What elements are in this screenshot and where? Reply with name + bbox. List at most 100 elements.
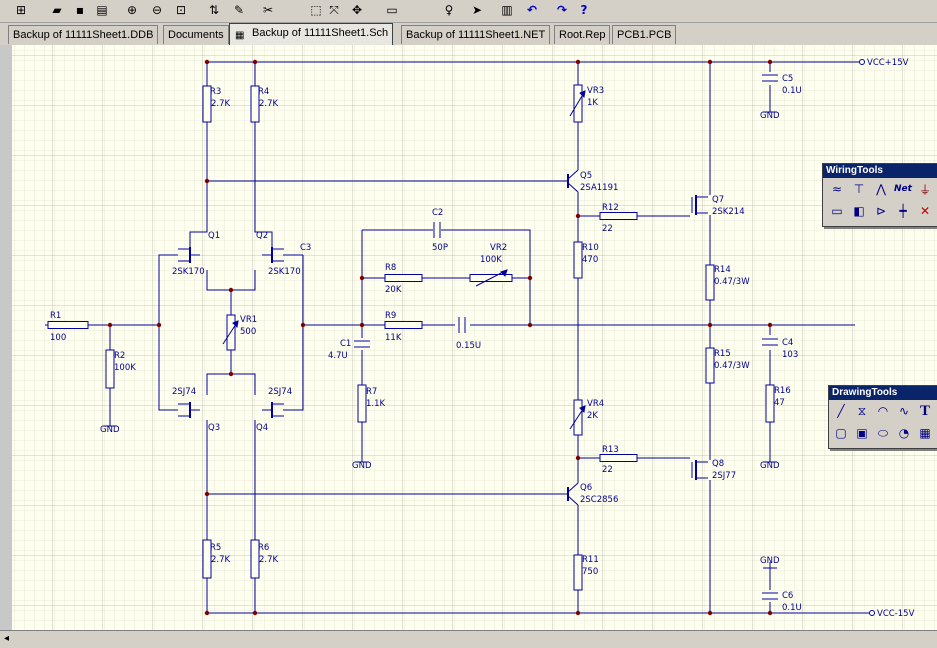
bezier-tool-icon[interactable]: ∿	[894, 402, 914, 420]
tab-net[interactable]: Backup of 11111Sheet1.NET	[401, 25, 551, 44]
value-label-r16: 47	[774, 398, 785, 408]
junction-dot	[107, 322, 113, 328]
run-icon[interactable]: ➤	[468, 1, 486, 19]
probe-icon[interactable]: ♀	[440, 1, 458, 19]
resistor-r1	[47, 321, 89, 329]
redo-icon[interactable]: ↷	[553, 1, 571, 19]
part-tool-icon[interactable]: ▭	[827, 202, 847, 220]
print-icon[interactable]: ▤	[93, 1, 111, 19]
sheet-symbol-icon[interactable]: ◧	[849, 202, 869, 220]
deselect-icon[interactable]: ⤧	[325, 1, 343, 19]
ellipse-tool-icon[interactable]: ⬭	[873, 424, 893, 442]
horizontal-scrollbar[interactable]: ◂	[0, 630, 937, 648]
junction-dot	[575, 59, 581, 65]
value-label-r10: 470	[582, 255, 598, 265]
net-label-icon[interactable]: Net	[893, 180, 913, 198]
value-label-r7: 1.1K	[366, 399, 386, 409]
vcc-neg-label: VCC-15V	[877, 609, 915, 619]
value-label-c5: 0.1U	[782, 86, 802, 96]
tab-pcb[interactable]: PCB1.PCB	[612, 25, 677, 44]
drawing-tools-title: DrawingTools	[829, 386, 937, 400]
value-label-c9: 0.15U	[456, 341, 481, 351]
image-tool-icon[interactable]: ▦	[915, 424, 935, 442]
capacitor-c5	[761, 74, 779, 82]
arc-tool-icon[interactable]: ◠	[873, 402, 893, 420]
value-label-c4: 103	[782, 350, 798, 360]
library-icon[interactable]: ▥	[498, 1, 516, 19]
pencil-icon[interactable]: ✎	[230, 1, 248, 19]
junction-dot	[767, 59, 773, 65]
value-label-c2: 50P	[432, 243, 448, 253]
junction-dot	[228, 371, 234, 377]
tab-ddb[interactable]: Backup of 11111Sheet1.DDB	[8, 25, 159, 44]
junction-dot	[707, 322, 713, 328]
value-label-q4: 2SJ74	[268, 387, 292, 397]
wire-tool-icon[interactable]: ≈	[827, 180, 847, 198]
resistor-r13	[599, 454, 638, 462]
ref-label-r6: R6	[258, 543, 269, 553]
schematic-canvas[interactable]: R3 2.7K R4 2.7K R5 2.7K R6 2.7K R1 100 R2 100K R7 1.1…	[12, 45, 937, 630]
junction-dot	[359, 322, 365, 328]
polygon-tool-icon[interactable]: ⧖	[852, 402, 872, 420]
vcc-pos-label: VCC+15V	[867, 58, 909, 68]
tab-sch[interactable]: ▦ Backup of 11111Sheet1.Sch	[229, 23, 394, 45]
ref-label-q5: Q5	[580, 171, 592, 181]
ref-label-r12: R12	[602, 203, 619, 213]
port-tool-icon[interactable]: ⊳	[871, 202, 891, 220]
junction-tool-icon[interactable]: ┿	[893, 202, 913, 220]
gnd-label-4: GND	[760, 556, 780, 566]
text-tool-icon[interactable]: T	[915, 402, 935, 420]
junction-dot	[204, 491, 210, 497]
bus-tool-icon[interactable]: ⊤	[849, 180, 869, 198]
value-label-r6: 2.7K	[259, 555, 279, 565]
open-folder-icon[interactable]: ▰	[48, 1, 66, 19]
ref-label-r4: R4	[258, 87, 269, 97]
up-down-icon[interactable]: ⇅	[205, 1, 223, 19]
ref-label-r15: R15	[714, 349, 731, 359]
value-label-r8: 20K	[385, 285, 402, 295]
wire-cross-icon[interactable]: ✂	[259, 1, 277, 19]
rounded-rect-tool-icon[interactable]: ▣	[852, 424, 872, 442]
component-icon[interactable]: ▭	[383, 1, 401, 19]
junction-dot	[767, 610, 773, 616]
junction-dot	[575, 213, 581, 219]
resistor-r11	[573, 554, 583, 591]
value-label-r4: 2.7K	[259, 99, 279, 109]
resistor-r10	[573, 241, 583, 279]
help-icon[interactable]: ?	[575, 1, 593, 19]
ground-port-icon[interactable]: ⏚	[915, 180, 935, 198]
value-label-q1: 2SK170	[172, 267, 205, 277]
select-area-icon[interactable]: ⬚	[307, 1, 325, 19]
bus-entry-icon[interactable]: ⋀	[871, 180, 891, 198]
tab-documents[interactable]: Documents	[163, 25, 229, 44]
undo-icon[interactable]: ↶	[523, 1, 541, 19]
ref-label-q8: Q8	[712, 459, 724, 469]
junction-dot	[204, 178, 210, 184]
pie-tool-icon[interactable]: ◔	[894, 424, 914, 442]
value-label-q2: 2SK170	[268, 267, 301, 277]
line-tool-icon[interactable]: ╱	[831, 402, 851, 420]
drawing-tools-panel[interactable]: DrawingTools ╱ ⧖ ◠ ∿ T ▢ ▣ ⬭ ◔ ▦	[828, 385, 937, 449]
value-label-r3: 2.7K	[211, 99, 231, 109]
zoom-fit-icon[interactable]: ⊡	[172, 1, 190, 19]
ref-label-c6: C6	[782, 591, 793, 601]
wiring-tools-panel[interactable]: WiringTools ≈ ⊤ ⋀ Net ⏚ ▭ ◧ ⊳ ┿ ✕	[822, 163, 937, 227]
junction-dot	[359, 275, 365, 281]
zoom-out-icon[interactable]: ⊖	[148, 1, 166, 19]
rectangle-tool-icon[interactable]: ▢	[831, 424, 851, 442]
gnd-label-1: GND	[352, 461, 372, 471]
tab-rep[interactable]: Root.Rep	[554, 25, 611, 44]
no-erc-icon[interactable]: ✕	[915, 202, 935, 220]
zoom-in-icon[interactable]: ⊕	[123, 1, 141, 19]
main-toolbar: ⊞ ▰ ▪ ▤ ⊕ ⊖ ⊡ ⇅ ✎ ✂ ⬚ ⤧ ✥ ▭ ♀ ➤ ▥ ↶ ↷?	[0, 0, 937, 23]
save-icon[interactable]: ▪	[71, 1, 89, 19]
capacitor-c2	[433, 221, 441, 239]
scroll-left-icon[interactable]: ◂	[4, 633, 9, 644]
junction-dot	[204, 59, 210, 65]
junction-dot	[575, 610, 581, 616]
move-icon[interactable]: ✥	[348, 1, 366, 19]
hierarchy-icon[interactable]: ⊞	[12, 1, 30, 19]
value-label-q6: 2SC2856	[580, 495, 618, 505]
value-label-q3: 2SJ74	[172, 387, 196, 397]
junction-dot	[204, 610, 210, 616]
